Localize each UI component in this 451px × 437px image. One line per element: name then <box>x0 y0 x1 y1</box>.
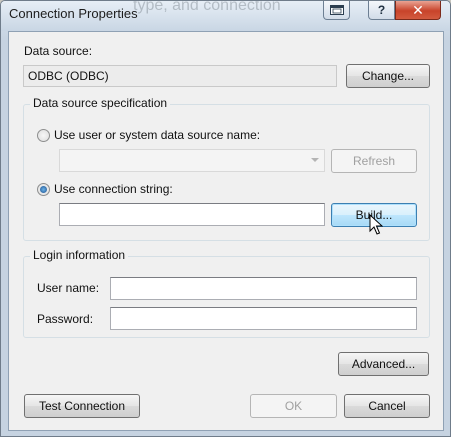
ok-button[interactable]: OK <box>250 394 337 418</box>
use-connection-string-label[interactable]: Use connection string: <box>54 182 173 196</box>
change-button[interactable]: Change... <box>346 64 430 88</box>
data-source-value: ODBC (ODBC) <box>23 65 337 87</box>
help-icon: ? <box>377 3 386 17</box>
close-icon: ✕ <box>412 1 424 18</box>
use-connection-string-radio[interactable] <box>37 183 50 196</box>
username-label: User name: <box>37 281 100 295</box>
advanced-button[interactable]: Advanced... <box>338 352 429 376</box>
dialog-title: Connection Properties <box>9 6 138 21</box>
password-input[interactable] <box>110 307 417 330</box>
data-source-spec-title: Data source specification <box>30 96 171 110</box>
restore-button[interactable] <box>323 1 350 20</box>
refresh-button[interactable]: Refresh <box>331 149 417 173</box>
login-info-title: Login information <box>30 248 129 262</box>
title-bar[interactable]: type, and connection Connection Properti… <box>1 1 450 31</box>
cancel-button[interactable]: Cancel <box>344 394 430 418</box>
data-source-label: Data source: <box>24 44 93 58</box>
window-restore-icon <box>329 5 344 15</box>
close-button[interactable]: ✕ <box>395 1 441 20</box>
help-button[interactable]: ? <box>368 1 395 20</box>
mouse-pointer-icon <box>369 214 383 235</box>
use-dsn-radio[interactable] <box>37 129 50 142</box>
background-window-text: type, and connection <box>133 0 281 14</box>
username-input[interactable] <box>110 277 417 300</box>
connection-properties-dialog: type, and connection Connection Properti… <box>0 0 451 437</box>
chevron-down-icon <box>311 158 319 162</box>
dsn-dropdown[interactable] <box>59 149 325 172</box>
connection-string-input[interactable] <box>59 203 325 226</box>
password-label: Password: <box>37 312 94 326</box>
use-dsn-label[interactable]: Use user or system data source name: <box>54 128 260 142</box>
test-connection-button[interactable]: Test Connection <box>24 394 140 418</box>
